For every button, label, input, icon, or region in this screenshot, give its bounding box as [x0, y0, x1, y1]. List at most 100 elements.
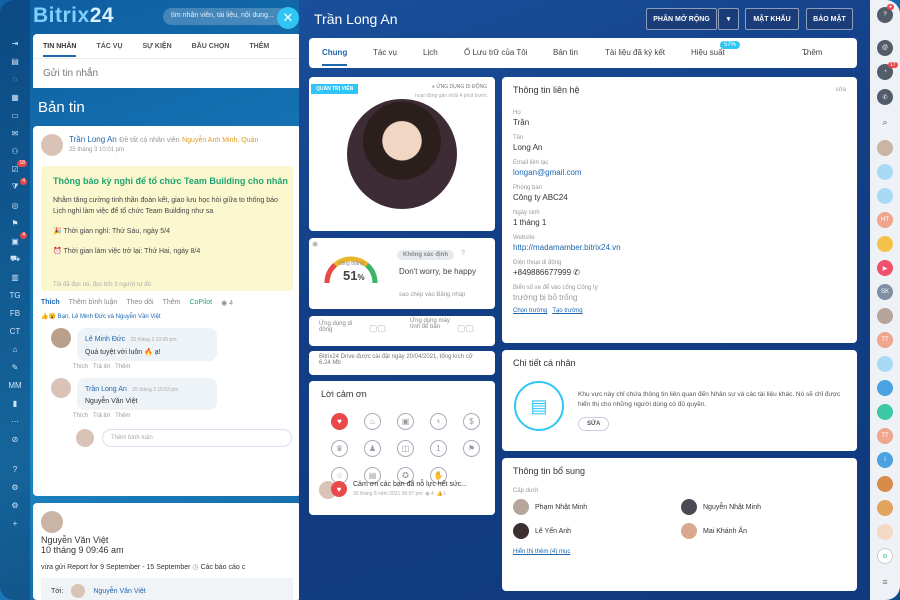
flag-icon[interactable]: ⚑ — [463, 440, 480, 457]
tab-polls[interactable]: BẦU CHỌN — [192, 43, 230, 50]
subordinate-item[interactable]: Phạm Nhật Minh — [513, 499, 681, 515]
expand-button[interactable]: PHÂN MỞ RỘNG — [646, 8, 717, 30]
avatar-initials[interactable]: SK — [877, 284, 893, 300]
nav-mail-icon[interactable]: ✉ — [0, 124, 30, 142]
comment-more[interactable]: Thêm — [115, 364, 130, 370]
tab-tasks[interactable]: TÁC VỤ — [96, 43, 122, 50]
avatar[interactable] — [877, 140, 893, 156]
one-icon[interactable]: 1 — [430, 440, 447, 457]
add-comment-input[interactable]: Thêm bình luận — [102, 429, 292, 447]
comment-more[interactable]: Thêm — [115, 413, 130, 419]
nav-help-icon[interactable]: ? — [0, 460, 30, 478]
nav-item-fb[interactable]: FB — [0, 304, 30, 322]
avatar[interactable] — [877, 308, 893, 324]
cake-icon[interactable]: ◫ — [397, 440, 414, 457]
like-button[interactable]: Thích — [41, 299, 60, 307]
tab-calendar[interactable]: Lịch — [423, 48, 438, 57]
phone-icon[interactable]: ✆ — [573, 268, 580, 277]
comment-like[interactable]: Thích — [73, 413, 88, 419]
group-avatar[interactable] — [877, 524, 893, 540]
help-icon[interactable]: ? — [461, 250, 465, 257]
subordinate-item[interactable]: Lê Yến Anh — [513, 523, 681, 539]
crown-icon[interactable]: ♛ — [331, 440, 348, 457]
nav-filter-icon[interactable]: ⧩ 4 — [0, 178, 30, 196]
post-author[interactable]: Trần Long An — [69, 135, 117, 144]
nav-more-icon[interactable]: ⋯ — [0, 412, 30, 430]
avatar-initials[interactable]: TT — [877, 428, 893, 444]
nav-item-ct[interactable]: CT — [0, 322, 30, 340]
group-avatar[interactable] — [877, 500, 893, 516]
avatar-initials[interactable]: TT — [877, 332, 893, 348]
brand-logo[interactable]: Bitrix24 — [33, 4, 114, 28]
nav-arrow-icon[interactable]: ⇥ — [0, 34, 30, 52]
nav-stop-icon[interactable]: ⊘ — [0, 430, 30, 448]
contact-edit[interactable]: sửa — [836, 87, 846, 93]
show-more-link[interactable]: Hiển thị thêm (4) mục — [513, 549, 846, 555]
post-author[interactable]: Nguyễn Văn Việt — [41, 535, 293, 545]
group-avatar[interactable] — [877, 476, 893, 492]
nav-group-icon[interactable]: ⚇ — [0, 142, 30, 160]
menu-icon[interactable]: ≡ — [877, 574, 893, 590]
password-button[interactable]: MẬT KHẨU — [745, 8, 799, 30]
read-confirm[interactable]: Tôi đã đọc nó, đọc bởi 3 người tự đó — [53, 282, 151, 288]
nav-target-icon[interactable]: ◎ — [0, 196, 30, 214]
to-name[interactable]: Nguyễn Văn Việt — [93, 588, 145, 595]
nav-cart-icon[interactable]: ⛟ — [0, 250, 30, 268]
close-icon[interactable]: ✕ — [277, 7, 299, 29]
desktop-app-icon[interactable]: ▢▢ — [457, 323, 474, 334]
nav-tasks-icon[interactable]: ☑ 18 — [0, 160, 30, 178]
avatar[interactable] — [41, 511, 63, 533]
likes-list[interactable]: 👍😮 Bạn, Lê Minh Đức và Nguyễn Văn Việt — [41, 313, 293, 320]
avatar-initials[interactable]: HT — [877, 212, 893, 228]
phone-value[interactable]: +849886677999 — [513, 268, 571, 277]
heart-icon[interactable]: ♥ — [331, 413, 348, 430]
nav-settings-icon[interactable]: ⚙ — [0, 478, 30, 496]
comment-author[interactable]: Lê Minh Đức — [85, 336, 125, 343]
choose-fields-link[interactable]: Chọn trường — [513, 308, 547, 314]
comment-like[interactable]: Thích — [73, 364, 88, 370]
post-mention[interactable]: Nguyễn Anh Minh, Quản — [182, 137, 258, 144]
search-input[interactable]: tìm nhân viên, tài liệu, nội dung... — [163, 8, 288, 25]
copy-link[interactable]: sao chép vào Bảng nháp — [399, 292, 465, 298]
nav-sign-icon[interactable]: ✎ — [0, 358, 30, 376]
website-link[interactable]: http://madamamber.bitrix24.vn — [513, 243, 846, 252]
mood-status[interactable]: Không xác định — [397, 250, 454, 260]
tab-tasks[interactable]: Tác vụ — [373, 48, 397, 57]
security-button[interactable]: BẢO MẬT — [806, 8, 853, 30]
tab-signed-docs[interactable]: Tài liệu đã ký kết — [605, 48, 665, 57]
nav-shop-icon[interactable]: ▣ 4 — [0, 232, 30, 250]
comment-reply[interactable]: Trả lời — [93, 364, 110, 370]
settings-icon[interactable]: ⚙ — [877, 548, 893, 564]
tab-general[interactable]: Chung — [322, 48, 348, 66]
nav-calendar-icon[interactable]: ▦ — [0, 88, 30, 106]
chevron-down-icon[interactable]: ▾ — [718, 8, 739, 30]
subordinate-item[interactable]: Nguyễn Nhật Minh — [681, 499, 849, 515]
copilot-button[interactable]: CoPilot — [189, 299, 212, 307]
nav-feed-icon[interactable]: ▤ — [0, 52, 30, 70]
group-avatar[interactable] — [877, 164, 893, 180]
send-message-input[interactable]: Gửi tin nhắn — [33, 58, 301, 88]
nav-chart-icon[interactable]: ▮ — [0, 394, 30, 412]
trophy-icon[interactable]: ♆ — [430, 413, 447, 430]
group-avatar[interactable] — [877, 380, 893, 396]
tab-events[interactable]: SỰ KIỆN — [143, 43, 172, 50]
create-fields-link[interactable]: Tạo trường — [552, 308, 582, 314]
profile-photo[interactable] — [347, 99, 457, 209]
nav-item-tg[interactable]: TG — [0, 286, 30, 304]
thanks-item[interactable]: ♥ Cảm ơn các bạn đã nỗ lực hết sức... 30… — [319, 481, 467, 499]
tab-messages[interactable]: TIN NHẮN — [43, 43, 77, 57]
more-button[interactable]: Thêm — [163, 299, 181, 307]
nav-crm-icon[interactable]: ⚑ — [0, 214, 30, 232]
at-icon[interactable]: @ — [877, 40, 893, 56]
follow-button[interactable]: Theo dõi — [126, 299, 153, 307]
money-icon[interactable]: $ — [463, 413, 480, 430]
nav-drive-icon[interactable]: ▭ — [0, 106, 30, 124]
tab-feed[interactable]: Bản tin — [553, 48, 578, 57]
post-recipients[interactable]: Đề tất cả nhân viên — [119, 137, 179, 144]
tab-drive[interactable]: Ổ Lưu trữ của Tôi — [464, 48, 527, 57]
drink-icon[interactable]: ♟ — [364, 440, 381, 457]
comment-reply[interactable]: Trả lời — [93, 413, 110, 419]
nav-box-icon[interactable]: ▥ — [0, 268, 30, 286]
nav-chat-icon[interactable]: ◌ — [0, 70, 30, 88]
gift-icon[interactable]: ▣ — [397, 413, 414, 430]
